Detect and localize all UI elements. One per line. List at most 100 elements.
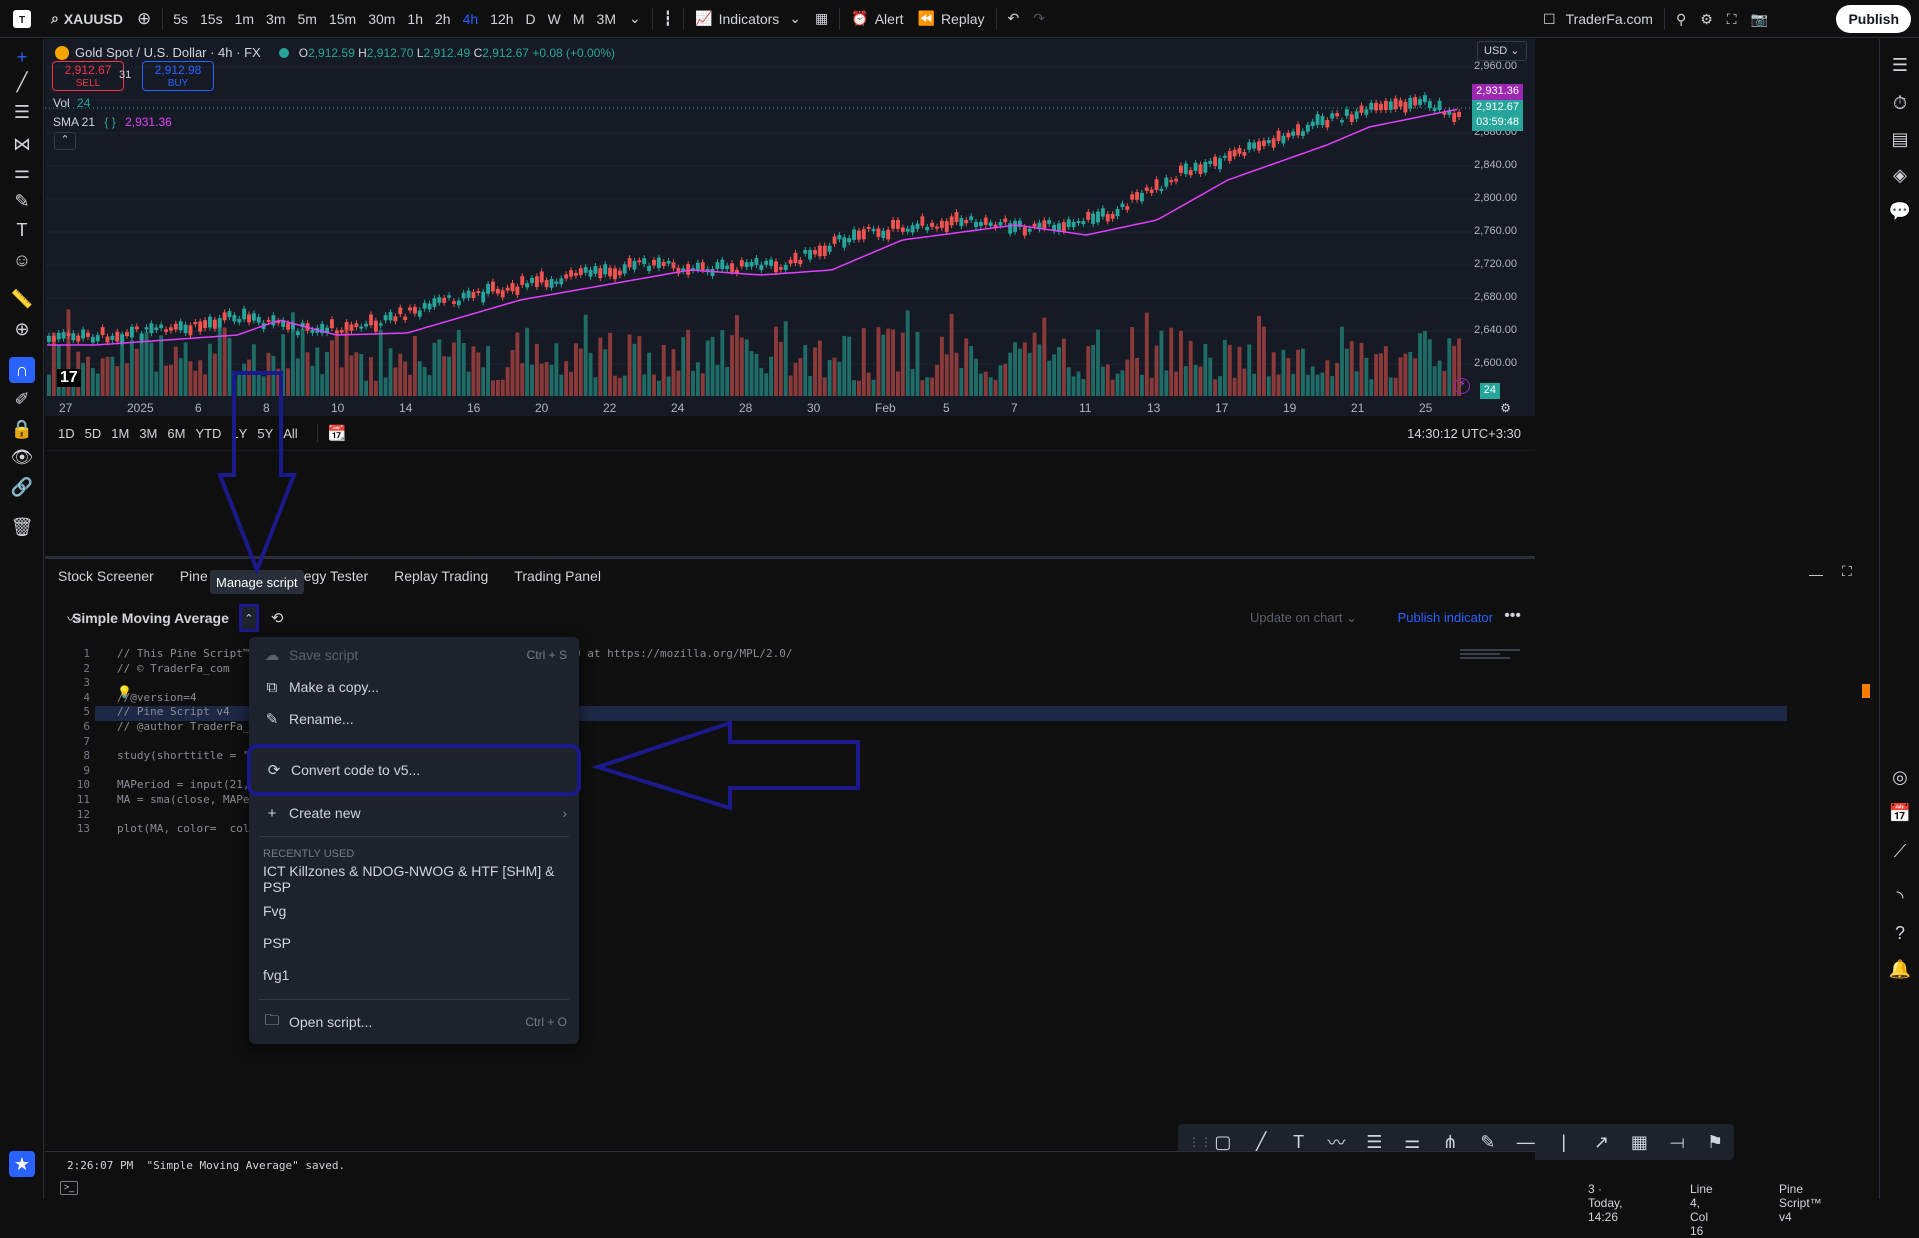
clock[interactable]: 14:30:12 UTC+3:30 bbox=[1407, 426, 1521, 441]
interval-w[interactable]: W bbox=[542, 11, 567, 27]
logo-icon[interactable]: T bbox=[0, 0, 44, 38]
update-on-chart-button[interactable]: Update on chart ⌄ bbox=[1250, 610, 1357, 626]
zoom-in-icon[interactable]: ⊕ bbox=[10, 317, 34, 341]
fib-icon[interactable]: ☰ bbox=[10, 100, 34, 124]
tab-replay-trading[interactable]: Replay Trading bbox=[381, 568, 501, 584]
range-3m[interactable]: 3M bbox=[134, 426, 162, 441]
crosshair-icon[interactable]: + bbox=[10, 45, 34, 69]
lightbulb-icon[interactable]: 💡 bbox=[117, 685, 132, 699]
interval-5s[interactable]: 5s bbox=[167, 11, 194, 27]
text-icon[interactable]: T bbox=[10, 218, 34, 242]
tab-trading-panel[interactable]: Trading Panel bbox=[501, 568, 614, 584]
fullscreen-button[interactable]: ⛶ bbox=[1720, 0, 1744, 38]
grid-tool-icon[interactable]: ▦ bbox=[1620, 1132, 1658, 1153]
version-history-icon[interactable]: ⟲ bbox=[271, 609, 284, 627]
make-copy-item[interactable]: ⧉ Make a copy... bbox=[249, 671, 579, 703]
rss-icon[interactable]: ◝ bbox=[1888, 885, 1912, 909]
chat-icon[interactable]: 💬 bbox=[1888, 199, 1912, 223]
version-info[interactable]: 3 · Today, 14:26 bbox=[1588, 1182, 1622, 1224]
horizontal-ray-icon[interactable]: ⟞ bbox=[1658, 1132, 1696, 1153]
manage-script-button[interactable]: ⌃ bbox=[238, 604, 259, 632]
convert-code-item[interactable]: ⟳ Convert code to v5... bbox=[247, 744, 581, 796]
horizontal-line-icon[interactable]: — bbox=[1507, 1132, 1545, 1153]
pitchfork-icon[interactable]: ⋔ bbox=[1431, 1132, 1469, 1153]
publish-button[interactable]: Publish bbox=[1836, 5, 1911, 33]
interval-5m[interactable]: 5m bbox=[292, 11, 323, 27]
range-1m[interactable]: 1M bbox=[106, 426, 134, 441]
alerts-clock-icon[interactable]: ⏱ bbox=[1888, 91, 1912, 115]
recent-script-item[interactable]: ICT Killzones & NDOG-NWOG & HTF [SHM] & … bbox=[249, 863, 579, 895]
code-line[interactable]: // @author TraderFa_ bbox=[117, 720, 249, 733]
snapshot-button[interactable]: 📷 bbox=[1744, 0, 1775, 38]
templates-button[interactable]: ▦ bbox=[808, 0, 835, 38]
replay-button[interactable]: ⏪ Replay bbox=[911, 0, 992, 38]
recent-script-item[interactable]: Fvg bbox=[249, 895, 579, 927]
vertical-line-icon[interactable]: | bbox=[1545, 1132, 1583, 1153]
interval-d[interactable]: D bbox=[520, 11, 542, 27]
publish-indicator-button[interactable]: Publish indicator bbox=[1398, 610, 1493, 625]
ruler-icon[interactable]: 📏 bbox=[10, 287, 34, 311]
goto-date-icon[interactable]: 📆 bbox=[316, 424, 346, 442]
magnet-icon[interactable]: ∩ bbox=[9, 357, 35, 383]
parallel-channel-icon[interactable]: ☰ bbox=[1355, 1132, 1393, 1153]
lock-icon[interactable]: 🔒 bbox=[10, 417, 34, 441]
range-5d[interactable]: 5D bbox=[80, 426, 107, 441]
recent-script-item[interactable]: PSP bbox=[249, 927, 579, 959]
chart-canvas[interactable] bbox=[45, 39, 1535, 419]
buy-button[interactable]: 2,912.98 BUY bbox=[142, 61, 214, 91]
calendar-icon[interactable]: 📅 bbox=[1888, 801, 1912, 825]
open-script-item[interactable]: 🗀 Open script... Ctrl + O bbox=[249, 1006, 579, 1038]
watchlist-icon[interactable]: ☰ bbox=[1888, 53, 1912, 77]
range-1d[interactable]: 1D bbox=[53, 426, 80, 441]
interval-30m[interactable]: 30m bbox=[362, 11, 401, 27]
stay-drawing-icon[interactable]: ✐ bbox=[10, 387, 34, 411]
code-line[interactable]: // © TraderFa_com bbox=[117, 662, 230, 675]
interval-1m[interactable]: 1m bbox=[229, 11, 260, 27]
code-line[interactable]: study(shorttitle = " bbox=[117, 749, 249, 762]
redo-button[interactable]: ↷ bbox=[1026, 0, 1052, 38]
fib-channel-icon[interactable]: ⚌ bbox=[1393, 1132, 1431, 1153]
interval-15m[interactable]: 15m bbox=[323, 11, 362, 27]
flag-icon[interactable]: ⚑ bbox=[1696, 1132, 1734, 1153]
help-icon[interactable]: ? bbox=[1888, 921, 1912, 945]
currency-select[interactable]: USD ⌄ bbox=[1477, 41, 1527, 61]
more-options-icon[interactable]: ••• bbox=[1504, 607, 1521, 625]
interval-dropdown[interactable]: ⌄ bbox=[622, 0, 648, 38]
settings-button[interactable]: ⚙ bbox=[1693, 0, 1720, 38]
interval-2h[interactable]: 2h bbox=[429, 11, 457, 27]
prediction-icon[interactable]: ⚌ bbox=[10, 160, 34, 184]
recent-script-item[interactable]: fvg1 bbox=[249, 959, 579, 991]
code-line[interactable]: plot(MA, color= col bbox=[117, 822, 249, 835]
ray-icon[interactable]: ↗ bbox=[1583, 1132, 1621, 1153]
interval-3m[interactable]: 3M bbox=[591, 11, 622, 27]
create-new-item[interactable]: + Create new › bbox=[249, 797, 579, 829]
interval-m[interactable]: M bbox=[567, 11, 591, 27]
quick-search-button[interactable]: ⚲ bbox=[1669, 0, 1693, 38]
drag-handle-icon[interactable]: ⋮⋮ bbox=[1188, 1135, 1212, 1149]
emoji-icon[interactable]: ☺ bbox=[10, 248, 34, 272]
sell-button[interactable]: 2,912.67 SELL bbox=[52, 61, 124, 91]
save-script-item[interactable]: ☁ Save script Ctrl + S bbox=[249, 639, 579, 671]
interval-4h[interactable]: 4h bbox=[457, 11, 485, 27]
axis-settings-icon[interactable]: ⚙ bbox=[1500, 401, 1511, 415]
chart-line-icon[interactable]: ⟋ bbox=[1888, 839, 1912, 863]
range-6m[interactable]: 6M bbox=[162, 426, 190, 441]
eye-icon[interactable]: 👁 bbox=[10, 445, 34, 469]
text-tool-icon[interactable]: T bbox=[1280, 1132, 1318, 1153]
bell-icon[interactable]: 🔔 bbox=[1888, 957, 1912, 981]
code-line[interactable]: MAPeriod = input(21, bbox=[117, 778, 249, 791]
data-window-icon[interactable]: ▤ bbox=[1888, 127, 1912, 151]
indicators-button[interactable]: 📈 Indicators ⌄ bbox=[688, 0, 808, 38]
maximize-panel-icon[interactable]: ⛶ bbox=[1842, 563, 1852, 580]
brush-tool-icon[interactable]: ✎ bbox=[1469, 1132, 1507, 1153]
collapse-legend-button[interactable]: ⌃ bbox=[54, 132, 76, 150]
star-icon[interactable]: ★ bbox=[9, 1151, 35, 1177]
symbol-search[interactable]: ⌕ XAUUSD bbox=[44, 0, 130, 38]
trash-icon[interactable]: 🗑 bbox=[10, 515, 34, 539]
minimize-panel-icon[interactable]: — bbox=[1809, 566, 1823, 582]
pattern-icon[interactable]: ⋈ bbox=[10, 132, 34, 156]
code-line[interactable]: MA = sma(close, MAPer bbox=[117, 793, 256, 806]
alert-button[interactable]: ⏰ Alert bbox=[844, 0, 910, 38]
interval-15s[interactable]: 15s bbox=[194, 11, 229, 27]
lightning-icon[interactable]: ⚡ bbox=[1454, 378, 1470, 394]
